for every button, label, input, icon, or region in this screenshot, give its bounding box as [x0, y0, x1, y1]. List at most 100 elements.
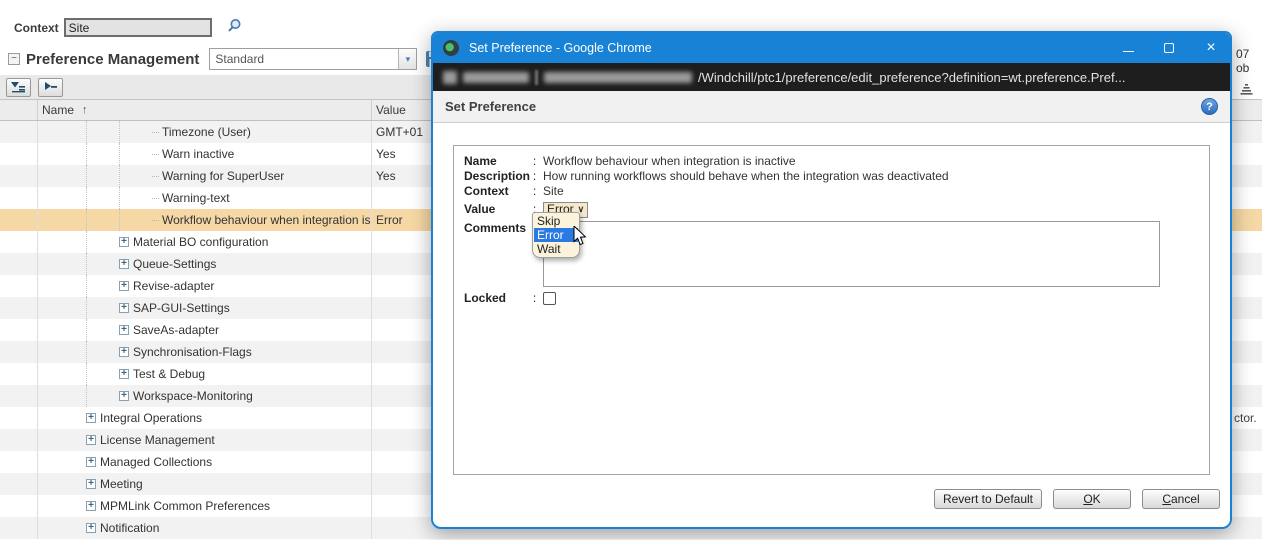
row-selector-cell[interactable] — [0, 121, 38, 143]
dialog-body: Name : Workflow behaviour when integrati… — [433, 123, 1230, 526]
expand-icon[interactable]: + — [86, 523, 96, 533]
row-label: Workflow behaviour when integration is i… — [152, 213, 372, 227]
expand-icon[interactable]: + — [119, 325, 129, 335]
form-row-locked: Locked : — [464, 291, 1199, 306]
expand-icon[interactable]: + — [119, 237, 129, 247]
row-label: Test & Debug — [133, 367, 205, 381]
row-selector-cell[interactable] — [0, 385, 38, 407]
colon: : — [526, 291, 543, 306]
row-selector-cell[interactable] — [0, 341, 38, 363]
url-bar[interactable]: /Windchill/ptc1/preference/edit_preferen… — [433, 63, 1230, 91]
tree-guide — [119, 143, 152, 165]
revert-to-default-button[interactable]: Revert to Default — [934, 489, 1042, 509]
search-icon[interactable] — [226, 18, 242, 37]
row-selector-cell[interactable] — [0, 407, 38, 429]
colon: : — [526, 184, 543, 199]
url-text: /Windchill/ptc1/preference/edit_preferen… — [698, 70, 1125, 85]
row-selector-cell[interactable] — [0, 275, 38, 297]
context-input[interactable] — [64, 18, 212, 37]
close-button[interactable]: × — [1204, 41, 1218, 55]
dropdown-option[interactable]: Skip — [534, 214, 578, 228]
tree-guide — [86, 143, 119, 165]
view-select[interactable]: Standard ▾ — [209, 48, 417, 70]
row-selector-cell[interactable] — [0, 495, 38, 517]
expand-icon[interactable]: + — [119, 303, 129, 313]
row-label: Warn inactive — [152, 147, 234, 161]
dialog-header: Set Preference ? — [433, 91, 1230, 123]
sort-ascending-icon[interactable]: ↑ — [82, 104, 88, 116]
tree-guide — [86, 319, 119, 341]
page-title: Preference Management — [26, 51, 199, 68]
tree-guide — [86, 341, 119, 363]
minimize-button[interactable] — [1123, 44, 1134, 52]
cancel-button[interactable]: Cancel — [1142, 489, 1220, 509]
expand-icon[interactable]: + — [119, 259, 129, 269]
row-label: SAP-GUI-Settings — [133, 301, 230, 315]
colon: : — [526, 154, 543, 169]
ok-button[interactable]: OK — [1053, 489, 1131, 509]
header-name-column[interactable]: Name ↑ — [38, 100, 372, 120]
maximize-button[interactable] — [1164, 43, 1174, 53]
objects-count-fragment: 07 ob — [1236, 47, 1262, 75]
description-label: Description — [464, 169, 526, 184]
expand-icon[interactable]: + — [119, 281, 129, 291]
row-selector-cell[interactable] — [0, 143, 38, 165]
row-selector-cell[interactable] — [0, 231, 38, 253]
row-selector-cell[interactable] — [0, 165, 38, 187]
expand-collapse-icon[interactable] — [38, 78, 63, 97]
name-value: Workflow behaviour when integration is i… — [543, 154, 796, 169]
row-selector-cell[interactable] — [0, 473, 38, 495]
context-bar: Context — [14, 18, 242, 37]
locked-checkbox[interactable] — [543, 292, 556, 305]
colon: : — [526, 169, 543, 184]
context-label: Context — [464, 184, 526, 199]
collapse-icon[interactable]: − — [8, 53, 20, 65]
row-selector-cell[interactable] — [0, 297, 38, 319]
row-selector-cell[interactable] — [0, 253, 38, 275]
row-label: MPMLink Common Preferences — [100, 499, 270, 513]
expand-icon[interactable]: + — [86, 479, 96, 489]
row-selector-cell[interactable] — [0, 187, 38, 209]
tree-guide — [86, 297, 119, 319]
row-selector-cell[interactable] — [0, 517, 38, 539]
expand-icon[interactable]: + — [119, 347, 129, 357]
help-icon[interactable]: ? — [1201, 98, 1218, 115]
expand-icon[interactable]: + — [119, 391, 129, 401]
site-info-icon[interactable] — [443, 71, 457, 84]
description-value: How running workflows should behave when… — [543, 169, 949, 184]
expand-icon[interactable]: + — [86, 501, 96, 511]
row-label: Notification — [100, 521, 159, 535]
filter-view-icon[interactable] — [6, 78, 31, 97]
row-name-cell: Warning-text — [38, 187, 372, 209]
row-label: SaveAs-adapter — [133, 323, 219, 337]
row-selector-cell[interactable] — [0, 209, 38, 231]
dropdown-option[interactable]: Wait — [534, 242, 578, 256]
context-value: Site — [543, 184, 564, 199]
expand-icon[interactable]: + — [86, 413, 96, 423]
header-value-label: Value — [376, 103, 406, 117]
window-titlebar[interactable]: Set Preference - Google Chrome × — [433, 33, 1230, 63]
row-selector-cell[interactable] — [0, 319, 38, 341]
dropdown-option[interactable]: Error — [534, 228, 578, 242]
expand-icon[interactable]: + — [86, 457, 96, 467]
row-name-cell: +Workspace-Monitoring — [38, 385, 372, 407]
expand-icon[interactable]: + — [119, 369, 129, 379]
row-name-cell: +Queue-Settings — [38, 253, 372, 275]
expand-icon[interactable]: + — [86, 435, 96, 445]
row-selector-cell[interactable] — [0, 429, 38, 451]
sort-stack-icon[interactable] — [1240, 83, 1253, 98]
tree-guide — [86, 187, 119, 209]
view-select-value: Standard — [210, 52, 264, 66]
name-label: Name — [464, 154, 526, 169]
tree-guide — [119, 209, 152, 231]
tree-guide — [86, 231, 119, 253]
tree-guide — [86, 385, 119, 407]
dialog-footer: Revert to Default OK Cancel — [934, 489, 1220, 509]
value-label: Value — [464, 202, 526, 217]
url-divider — [535, 70, 538, 85]
tree-guide — [119, 187, 152, 209]
row-selector-cell[interactable] — [0, 363, 38, 385]
row-selector-cell[interactable] — [0, 451, 38, 473]
comments-textarea[interactable] — [543, 221, 1160, 287]
chevron-down-icon[interactable]: ▾ — [398, 49, 416, 69]
